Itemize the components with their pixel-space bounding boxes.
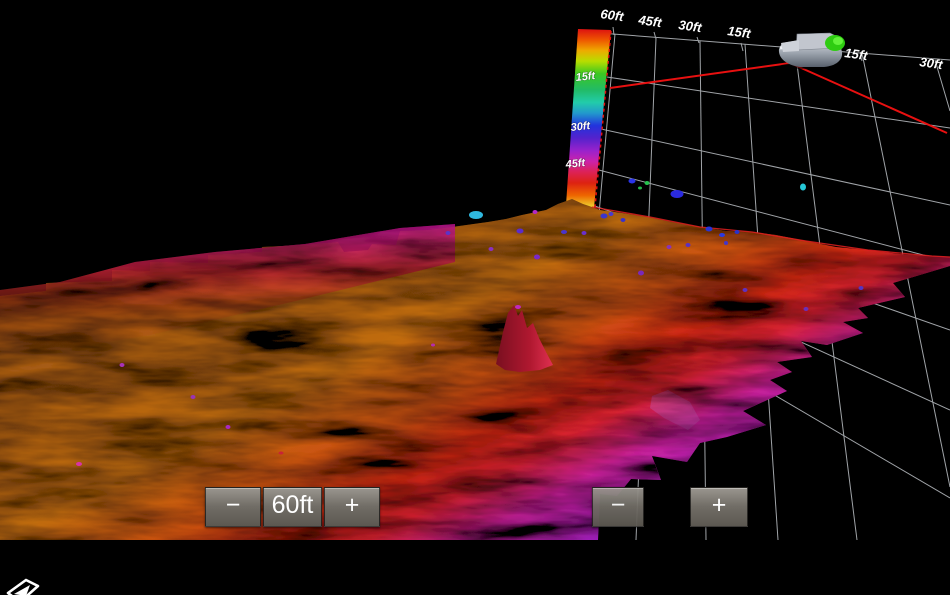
- chartplotter-screen: 15ft30ft45ft 60f: [0, 0, 950, 595]
- fish-target: [446, 231, 451, 235]
- fish-target: [469, 211, 483, 219]
- fish-target: [629, 179, 636, 184]
- fish-target: [489, 247, 494, 251]
- fish-target: [533, 210, 538, 214]
- fish-target: [735, 230, 740, 234]
- gain-label: Gain: [0, 540, 950, 558]
- fish-target: [800, 184, 806, 191]
- fish-target: [609, 212, 614, 216]
- gain-decrease-button[interactable]: −: [592, 487, 644, 527]
- fish-target: [671, 190, 684, 198]
- range-value[interactable]: 60ft: [263, 487, 322, 527]
- fish-target: [582, 231, 587, 235]
- gain-readout: Gain 55%: [0, 540, 950, 576]
- fish-target: [226, 425, 231, 429]
- fish-target: [645, 181, 650, 185]
- fish-target: [561, 230, 567, 234]
- fish-target: [517, 229, 524, 234]
- fish-target: [534, 255, 540, 260]
- fish-target: [621, 218, 626, 222]
- fish-target: [638, 271, 644, 276]
- range-decrease-button[interactable]: −: [205, 487, 261, 527]
- sonar-3d-view[interactable]: 15ft30ft45ft 60f: [0, 0, 950, 540]
- fish-target: [279, 452, 284, 455]
- sonar-scene-canvas: 15ft30ft45ft 60f: [0, 0, 950, 540]
- fish-target: [515, 305, 521, 309]
- fish-target: [724, 241, 728, 245]
- fish-target: [601, 214, 608, 219]
- view-angled-button[interactable]: [0, 576, 950, 595]
- bar-label: 30ft: [570, 120, 592, 134]
- fish-target: [638, 187, 642, 190]
- fish-target: [859, 286, 864, 290]
- fish-target: [191, 395, 196, 399]
- fish-target: [706, 227, 713, 232]
- boat-angled-view-icon: [0, 576, 44, 595]
- gain-increase-button[interactable]: +: [690, 487, 748, 527]
- range-increase-button[interactable]: +: [324, 487, 380, 527]
- bar-label: 45ft: [564, 157, 587, 171]
- fish-target: [431, 344, 435, 347]
- fish-target: [804, 307, 809, 311]
- fish-target: [120, 363, 125, 367]
- fish-target: [667, 245, 672, 249]
- fish-target: [76, 462, 82, 466]
- fish-target: [719, 233, 725, 237]
- fish-target: [743, 288, 748, 292]
- gain-value: 55%: [0, 558, 950, 576]
- bar-label: 15ft: [575, 70, 597, 84]
- fish-target: [686, 243, 691, 247]
